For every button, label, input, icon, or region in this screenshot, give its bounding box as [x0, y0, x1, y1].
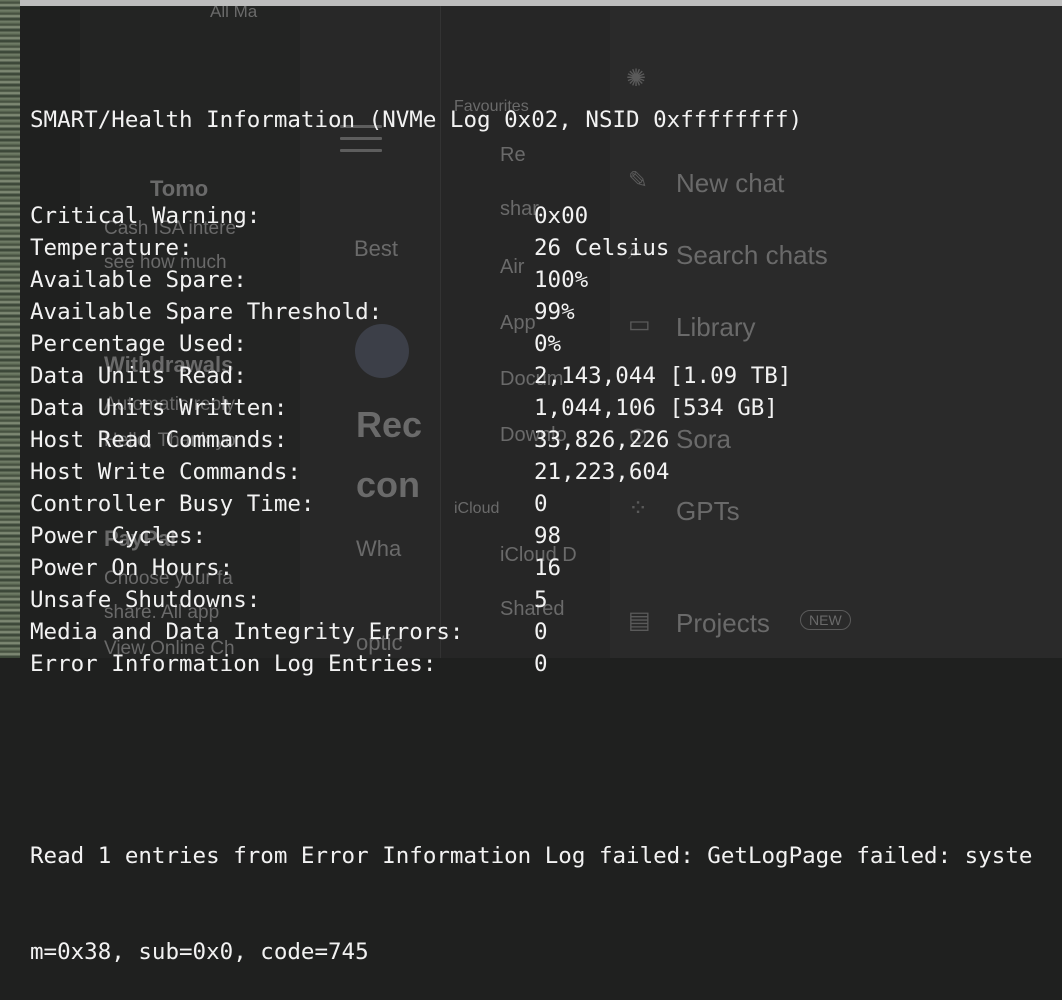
- attribute-value: 0: [534, 619, 548, 645]
- attribute-label: Percentage Used:: [30, 331, 247, 357]
- smart-attribute-row: Error Information Log Entries: 0: [30, 648, 1062, 680]
- attribute-value: 0: [534, 491, 548, 517]
- smart-attribute-row: Available Spare Threshold: 99%: [30, 296, 1062, 328]
- attribute-value: 26 Celsius: [534, 235, 670, 261]
- attribute-value: 16: [534, 555, 562, 581]
- smart-attribute-list: Critical Warning: 0x00 Temperature: 26 Cels…: [30, 200, 1062, 680]
- attribute-label: Power On Hours:: [30, 555, 234, 581]
- smart-attribute-row: Controller Busy Time: 0: [30, 488, 1062, 520]
- attribute-label: Unsafe Shutdowns:: [30, 587, 261, 613]
- smart-attribute-row: Percentage Used: 0%: [30, 328, 1062, 360]
- attribute-value: 5: [534, 587, 548, 613]
- attribute-value: 0x00: [534, 203, 589, 229]
- smart-attribute-row: Data Units Written: 1,044,106 [534 GB]: [30, 392, 1062, 424]
- attribute-value: 2,143,044 [1.09 TB]: [534, 363, 792, 389]
- attribute-value: 98: [534, 523, 562, 549]
- attribute-label: Critical Warning:: [30, 203, 261, 229]
- attribute-label: Available Spare Threshold:: [30, 299, 383, 325]
- smart-header: SMART/Health Information (NVMe Log 0x02,…: [30, 107, 803, 133]
- smart-attribute-row: Temperature: 26 Celsius: [30, 232, 1062, 264]
- attribute-label: Data Units Read:: [30, 363, 247, 389]
- attribute-label: Media and Data Integrity Errors:: [30, 619, 464, 645]
- error-line: Read 1 entries from Error Information Lo…: [30, 843, 1033, 869]
- smart-attribute-row: Unsafe Shutdowns: 5: [30, 584, 1062, 616]
- attribute-label: Available Spare:: [30, 267, 247, 293]
- error-line-continued: m=0x38, sub=0x0, code=745: [30, 939, 369, 965]
- attribute-value: 1,044,106 [534 GB]: [534, 395, 778, 421]
- smart-attribute-row: Power On Hours: 16: [30, 552, 1062, 584]
- attribute-value: 0: [534, 651, 548, 677]
- mail-all-mail: All Ma: [210, 6, 258, 21]
- smart-attribute-row: Host Read Commands: 33,826,226: [30, 424, 1062, 456]
- attribute-label: Error Information Log Entries:: [30, 651, 437, 677]
- smart-attribute-row: Media and Data Integrity Errors: 0: [30, 616, 1062, 648]
- attribute-label: Host Read Commands:: [30, 427, 288, 453]
- smart-attribute-row: Critical Warning: 0x00: [30, 200, 1062, 232]
- desktop-background: [0, 0, 20, 658]
- attribute-value: 33,826,226: [534, 427, 670, 453]
- attribute-label: Host Write Commands:: [30, 459, 301, 485]
- attribute-label: Controller Busy Time:: [30, 491, 315, 517]
- terminal-output[interactable]: SMART/Health Information (NVMe Log 0x02,…: [30, 40, 1062, 965]
- attribute-value: 100%: [534, 267, 589, 293]
- attribute-label: Power Cycles:: [30, 523, 207, 549]
- attribute-label: Temperature:: [30, 235, 193, 261]
- smart-attribute-row: Power Cycles: 98: [30, 520, 1062, 552]
- attribute-value: 0%: [534, 331, 562, 357]
- attribute-label: Data Units Written:: [30, 395, 288, 421]
- smart-attribute-row: Available Spare: 100%: [30, 264, 1062, 296]
- attribute-value: 99%: [534, 299, 575, 325]
- attribute-value: 21,223,604: [534, 459, 670, 485]
- smart-attribute-row: Host Write Commands: 21,223,604: [30, 456, 1062, 488]
- smart-attribute-row: Data Units Read: 2,143,044 [1.09 TB]: [30, 360, 1062, 392]
